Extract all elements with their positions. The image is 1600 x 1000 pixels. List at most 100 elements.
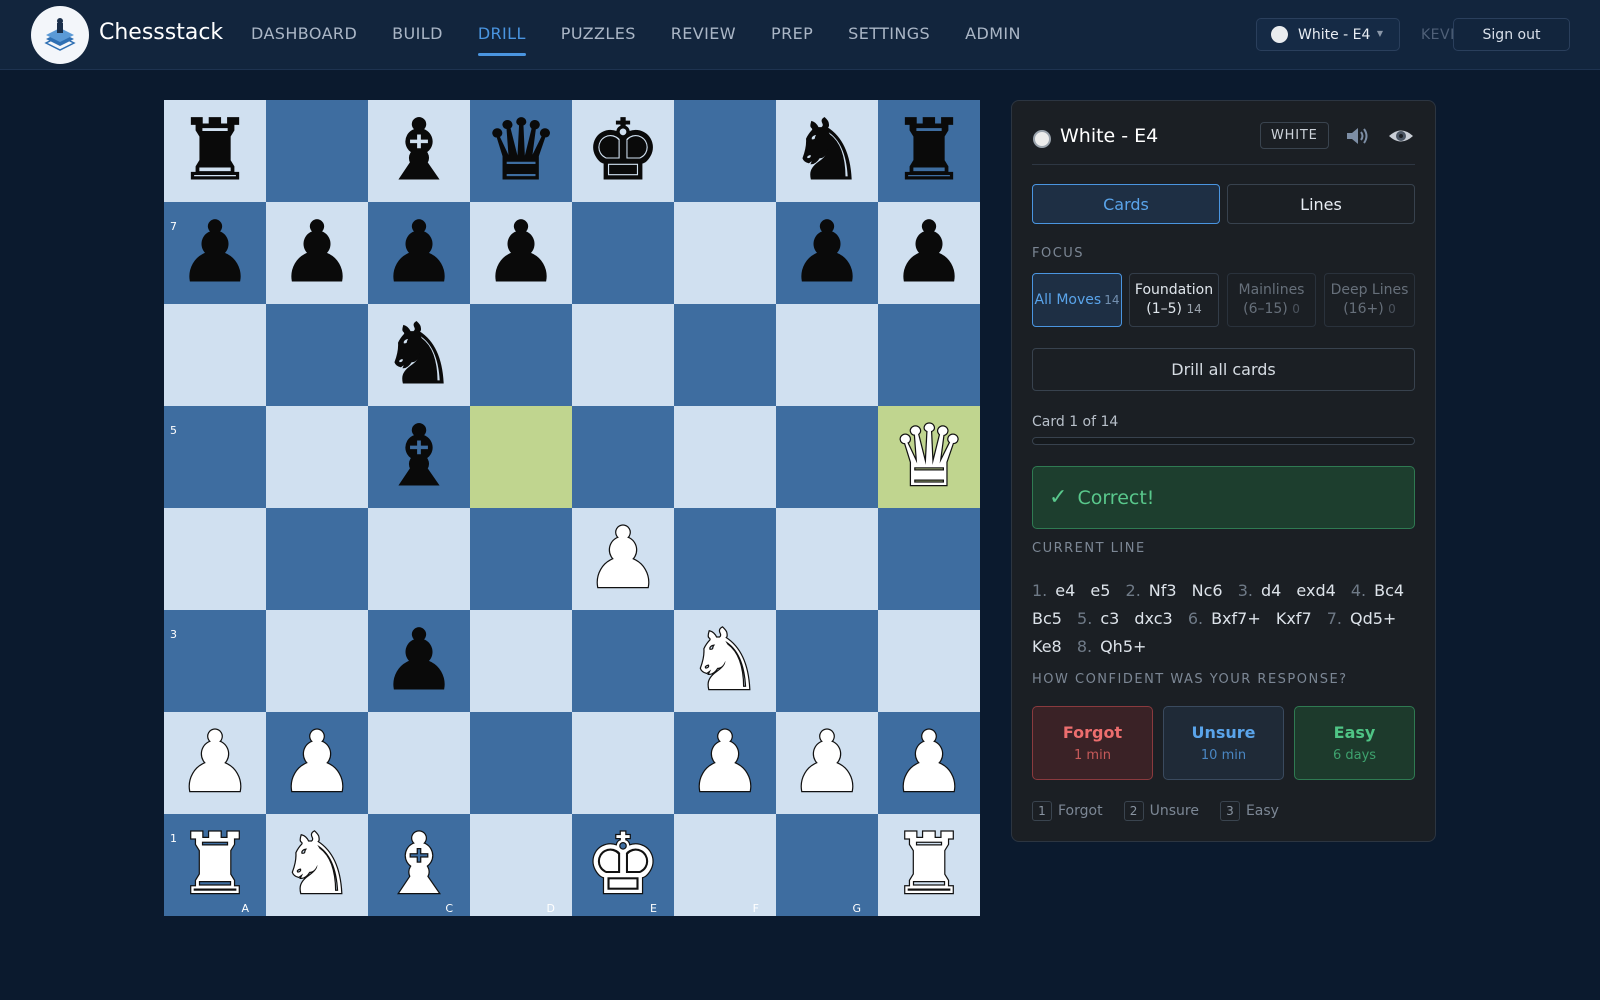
sign-out-button[interactable]: Sign out [1453, 18, 1570, 51]
nav-drill[interactable]: DRILL [477, 24, 526, 56]
black-knight-icon[interactable]: ♞ [789, 108, 865, 193]
black-pawn-icon[interactable]: ♟ [381, 618, 457, 703]
square-e4[interactable]: ♟ [572, 508, 674, 610]
square-c7[interactable]: ♟ [368, 202, 470, 304]
square-a1[interactable]: ♜ 1 A [164, 814, 266, 916]
square-f5[interactable] [674, 406, 776, 508]
white-pawn-icon[interactable]: ♟ [278, 719, 356, 806]
repertoire-select[interactable]: White - E4 ▼ [1256, 18, 1400, 51]
nav-prep[interactable]: PREP [771, 24, 813, 43]
black-bishop-icon[interactable]: ♝ [381, 108, 457, 193]
lines-mode-button[interactable]: Lines [1227, 184, 1415, 224]
nav-build[interactable]: BUILD [392, 24, 443, 43]
black-pawn-icon[interactable]: ♟ [483, 210, 559, 295]
black-pawn-icon[interactable]: ♟ [789, 210, 865, 295]
square-e5[interactable] [572, 406, 674, 508]
white-knight-icon[interactable]: ♞ [686, 617, 764, 704]
square-f2[interactable]: ♟ [674, 712, 776, 814]
square-a4[interactable] [164, 508, 266, 610]
white-knight-icon[interactable]: ♞ [278, 821, 356, 908]
square-h5[interactable]: ♛ [878, 406, 980, 508]
black-knight-icon[interactable]: ♞ [381, 312, 457, 397]
chess-board[interactable]: ♜ ♝ ♛ ♚ ♞ ♜ ♟ 7 ♟ ♟ ♟ ♟ ♟ ♞ 5 ♝ ♛ ♟ 3 ♟ ♞ ♟ ♟ ♟ ♟ ♟ ♜ 1 A ♞ ♝ C D ♚ E F G ♜ [164, 100, 980, 916]
square-f7[interactable] [674, 202, 776, 304]
square-g7[interactable]: ♟ [776, 202, 878, 304]
square-c8[interactable]: ♝ [368, 100, 470, 202]
square-g6[interactable] [776, 304, 878, 406]
square-f8[interactable] [674, 100, 776, 202]
square-e6[interactable] [572, 304, 674, 406]
white-bishop-icon[interactable]: ♝ [380, 821, 458, 908]
cards-mode-button[interactable]: Cards [1032, 184, 1220, 224]
square-b4[interactable] [266, 508, 368, 610]
black-rook-icon[interactable]: ♜ [891, 108, 967, 193]
square-a2[interactable]: ♟ [164, 712, 266, 814]
square-b5[interactable] [266, 406, 368, 508]
forgot-button[interactable]: Forgot 1 min [1032, 706, 1153, 780]
square-h2[interactable]: ♟ [878, 712, 980, 814]
square-g5[interactable] [776, 406, 878, 508]
square-f6[interactable] [674, 304, 776, 406]
square-c2[interactable] [368, 712, 470, 814]
drill-all-cards-button[interactable]: Drill all cards [1032, 348, 1415, 391]
square-g8[interactable]: ♞ [776, 100, 878, 202]
square-b2[interactable]: ♟ [266, 712, 368, 814]
square-f4[interactable] [674, 508, 776, 610]
square-d2[interactable] [470, 712, 572, 814]
nav-settings[interactable]: SETTINGS [848, 24, 930, 43]
white-king-icon[interactable]: ♚ [584, 821, 662, 908]
chessstack-logo[interactable] [31, 6, 89, 64]
nav-admin[interactable]: ADMIN [965, 24, 1021, 43]
square-e1[interactable]: ♚ E [572, 814, 674, 916]
easy-button[interactable]: Easy 6 days [1294, 706, 1415, 780]
square-f3[interactable]: ♞ [674, 610, 776, 712]
square-e8[interactable]: ♚ [572, 100, 674, 202]
white-pawn-icon[interactable]: ♟ [584, 515, 662, 602]
white-rook-icon[interactable]: ♜ [176, 821, 254, 908]
focus-all-moves[interactable]: All Moves 14 [1032, 273, 1122, 327]
square-a3[interactable]: 3 [164, 610, 266, 712]
white-queen-icon[interactable]: ♛ [890, 413, 968, 500]
square-e2[interactable] [572, 712, 674, 814]
square-f1[interactable]: F [674, 814, 776, 916]
square-b7[interactable]: ♟ [266, 202, 368, 304]
square-g2[interactable]: ♟ [776, 712, 878, 814]
white-pawn-icon[interactable]: ♟ [176, 719, 254, 806]
white-pawn-icon[interactable]: ♟ [890, 719, 968, 806]
square-e7[interactable] [572, 202, 674, 304]
square-a6[interactable] [164, 304, 266, 406]
black-bishop-icon[interactable]: ♝ [381, 414, 457, 499]
square-h8[interactable]: ♜ [878, 100, 980, 202]
square-d5[interactable] [470, 406, 572, 508]
square-c1[interactable]: ♝ C [368, 814, 470, 916]
square-g4[interactable] [776, 508, 878, 610]
square-d4[interactable] [470, 508, 572, 610]
nav-dashboard[interactable]: DASHBOARD [251, 24, 357, 43]
square-d3[interactable] [470, 610, 572, 712]
square-d6[interactable] [470, 304, 572, 406]
square-h6[interactable] [878, 304, 980, 406]
square-h4[interactable] [878, 508, 980, 610]
nav-puzzles[interactable]: PUZZLES [561, 24, 636, 43]
black-queen-icon[interactable]: ♛ [483, 108, 559, 193]
white-pawn-icon[interactable]: ♟ [686, 719, 764, 806]
brand-name[interactable]: Chessstack [99, 20, 223, 45]
square-d8[interactable]: ♛ [470, 100, 572, 202]
black-pawn-icon[interactable]: ♟ [177, 210, 253, 295]
square-b8[interactable] [266, 100, 368, 202]
square-e3[interactable] [572, 610, 674, 712]
square-g1[interactable]: G [776, 814, 878, 916]
square-h1[interactable]: ♜ [878, 814, 980, 916]
square-b6[interactable] [266, 304, 368, 406]
white-pawn-icon[interactable]: ♟ [788, 719, 866, 806]
square-a5[interactable]: 5 [164, 406, 266, 508]
unsure-button[interactable]: Unsure 10 min [1163, 706, 1284, 780]
black-rook-icon[interactable]: ♜ [177, 108, 253, 193]
square-a8[interactable]: ♜ [164, 100, 266, 202]
black-pawn-icon[interactable]: ♟ [279, 210, 355, 295]
focus-mainlines[interactable]: Mainlines (6–15) 0 [1227, 273, 1316, 327]
focus-deep-lines[interactable]: Deep Lines (16+) 0 [1324, 273, 1415, 327]
square-b3[interactable] [266, 610, 368, 712]
black-pawn-icon[interactable]: ♟ [381, 210, 457, 295]
black-pawn-icon[interactable]: ♟ [891, 210, 967, 295]
